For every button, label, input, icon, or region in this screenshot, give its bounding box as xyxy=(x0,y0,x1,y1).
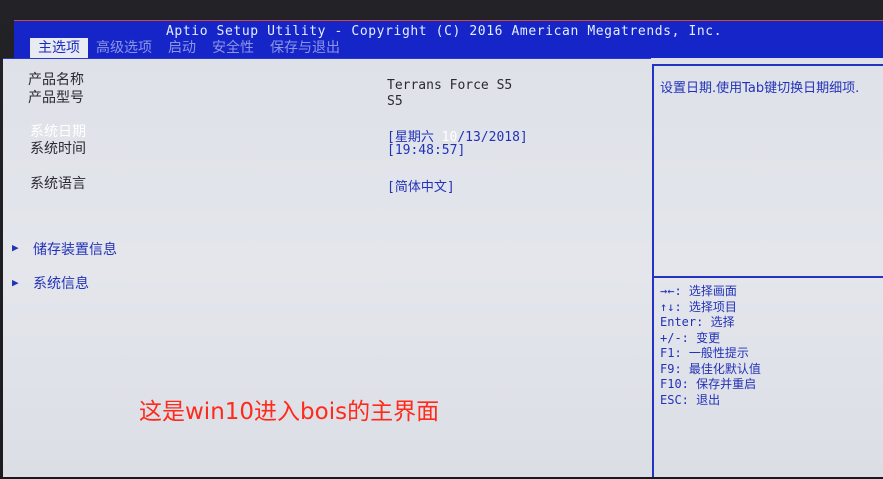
product-name-label: 产品名称 xyxy=(28,72,84,88)
key-hint: +/-: 变更 xyxy=(660,330,721,345)
help-panel: 设置日期.使用Tab键切换日期细项. →←: 选择画面 ↑↓: 选择项目 Ent… xyxy=(654,64,883,479)
help-divider xyxy=(654,276,883,278)
tab-boot[interactable]: 启动 xyxy=(160,38,204,59)
key-hint: →←: 选择画面 xyxy=(660,284,737,298)
help-description: 设置日期.使用Tab键切换日期细项. xyxy=(660,81,860,96)
key-hint: ESC: 退出 xyxy=(660,392,721,407)
system-time-value[interactable]: [19:48:57] xyxy=(387,143,465,158)
submenu-storage-info[interactable]: 储存装置信息 xyxy=(33,239,117,259)
key-hint: Enter: 选择 xyxy=(660,315,735,329)
tab-bar: 主选项 高级选项 启动 安全性 保存与退出 xyxy=(30,37,348,59)
key-hint: F10: 保存并重启 xyxy=(660,377,757,391)
system-date-rest: /13/2018] xyxy=(457,130,528,145)
bios-screen: 产品名称 Terrans Force S5 产品型号 S5 系统日期 [星期六 … xyxy=(3,58,883,477)
product-model-label: 产品型号 xyxy=(28,90,84,106)
tab-main[interactable]: 主选项 xyxy=(30,38,88,59)
submenu-arrow-icon: ▶ xyxy=(12,241,19,254)
system-time-label[interactable]: 系统时间 xyxy=(30,138,86,158)
submenu-system-info[interactable]: 系统信息 xyxy=(33,273,89,293)
product-model-value: S5 xyxy=(387,94,403,109)
system-language-value[interactable]: [简体中文] xyxy=(387,176,455,195)
product-name-value: Terrans Force S5 xyxy=(387,78,513,93)
tab-advanced[interactable]: 高级选项 xyxy=(88,38,160,59)
key-hint: ↑↓: 选择项目 xyxy=(660,299,737,314)
tab-save-exit[interactable]: 保存与退出 xyxy=(262,38,348,59)
key-hint: F1: 一般性提示 xyxy=(660,346,749,360)
settings-panel: 产品名称 Terrans Force S5 产品型号 S5 系统日期 [星期六 … xyxy=(3,58,651,478)
bios-header: Aptio Setup Utility - Copyright (C) 2016… xyxy=(14,20,883,59)
key-hint: F9: 最佳化默认值 xyxy=(660,361,761,376)
system-language-label[interactable]: 系统语言 xyxy=(30,173,86,193)
tab-security[interactable]: 安全性 xyxy=(204,38,262,59)
submenu-arrow-icon: ▶ xyxy=(12,276,19,289)
annotation-text: 这是win10进入bois的主界面 xyxy=(139,399,440,425)
key-legend: →←: 选择画面 ↑↓: 选择项目 Enter: 选择 +/-: 变更 F1: … xyxy=(660,284,880,408)
